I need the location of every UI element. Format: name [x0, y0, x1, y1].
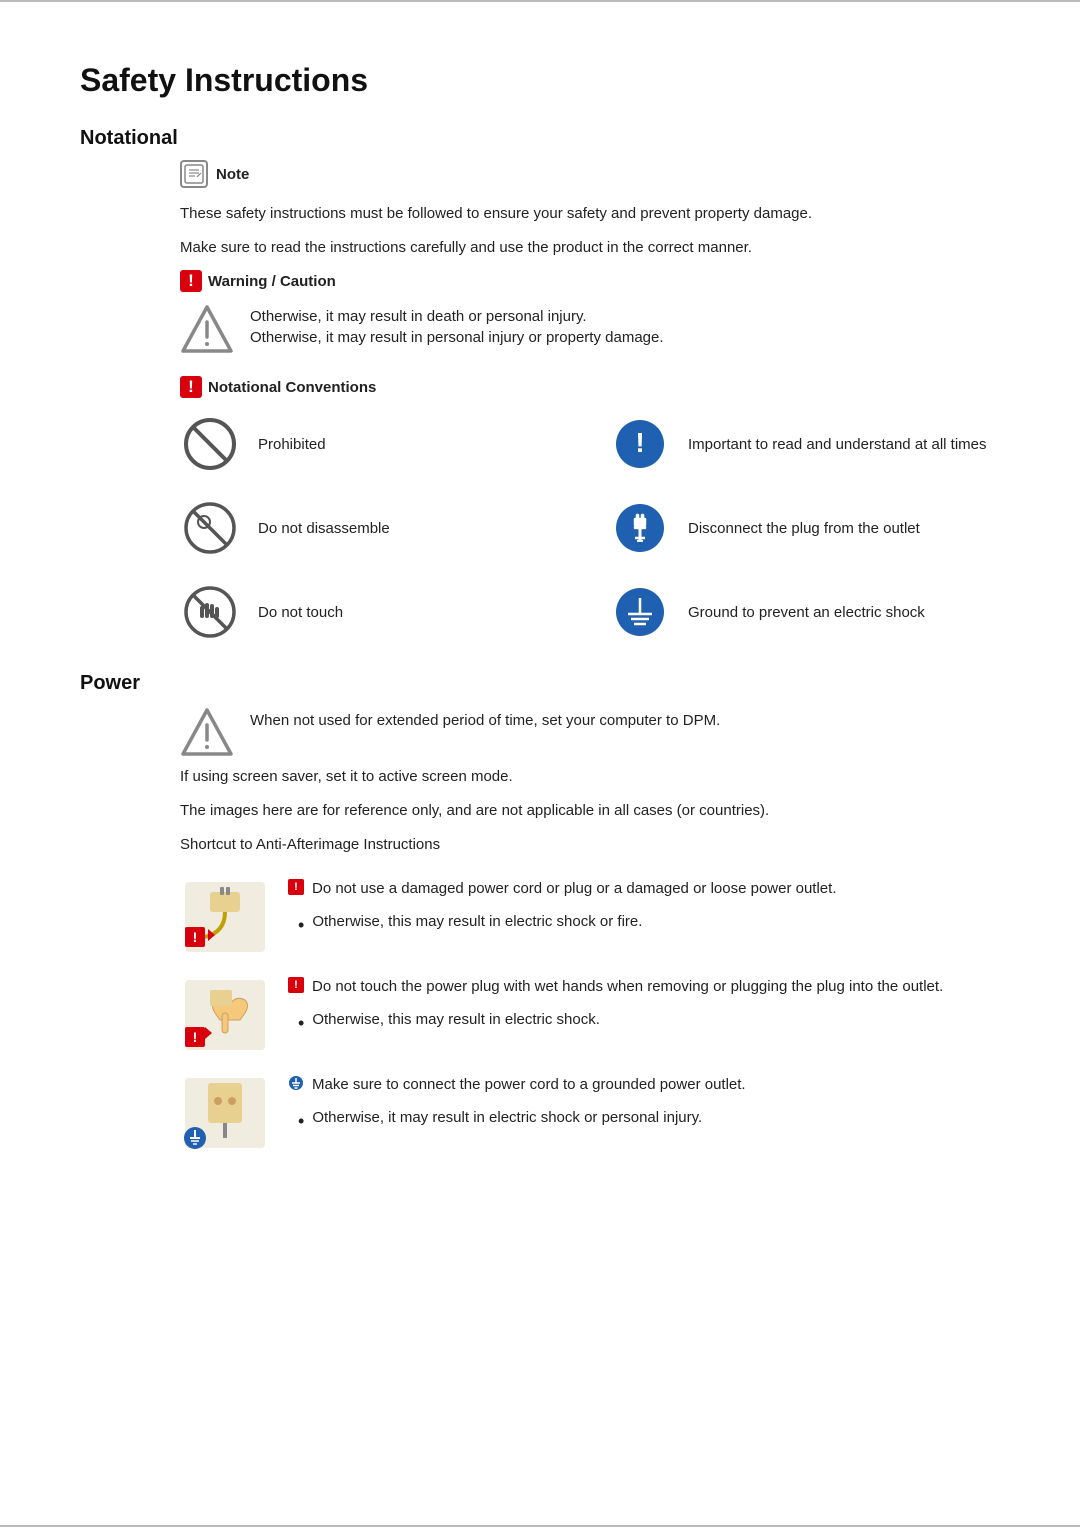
power-item-2-bullet-text: Otherwise, this may result in electric s…: [312, 1011, 600, 1036]
important-icon: !: [610, 414, 670, 474]
power-item-3-heading: Make sure to connect the power cord to a…: [312, 1073, 746, 1097]
warning-badge-icon: !: [180, 270, 202, 292]
conventions-badge-icon: !: [180, 376, 202, 398]
no-touch-icon: [180, 582, 240, 642]
convention-disconnect-label: Disconnect the plug from the outlet: [688, 518, 920, 539]
warning-caution-label: Warning / Caution: [208, 273, 336, 290]
conventions-grid: Prohibited ! Important to read and under…: [180, 414, 1000, 642]
power-item-3-bullet-text: Otherwise, it may result in electric sho…: [312, 1109, 702, 1134]
power-item-1-bullet-text: Otherwise, this may result in electric s…: [312, 913, 642, 938]
svg-text:!: !: [193, 1029, 198, 1045]
power-item-2-heading-line: ! Do not touch the power plug with wet h…: [288, 975, 1000, 1005]
convention-no-touch: Do not touch: [180, 582, 570, 642]
power-item-1-bullet: • Otherwise, this may result in electric…: [298, 913, 1000, 938]
convention-prohibited-label: Prohibited: [258, 434, 326, 455]
power-item-3: Make sure to connect the power cord to a…: [180, 1073, 1000, 1153]
conventions-section: ! Notational Conventions Prohibited: [180, 376, 1000, 642]
power-item-1: ! ! Do not use a damaged power cord or p…: [180, 877, 1000, 957]
power-item-3-bullet: • Otherwise, it may result in electric s…: [298, 1109, 1000, 1134]
page-title: Safety Instructions: [80, 62, 1000, 99]
bullet-dot-2: •: [298, 1011, 304, 1036]
power-warning-block: When not used for extended period of tim…: [180, 705, 1000, 759]
prohibited-icon: [180, 414, 240, 474]
warning-triangle-icon: [180, 302, 234, 356]
power-item-2-badge: !: [288, 977, 304, 993]
convention-important: ! Important to read and understand at al…: [610, 414, 1000, 474]
power-item-3-image: [180, 1073, 270, 1153]
warning-text2: Otherwise, it may result in personal inj…: [250, 329, 664, 346]
notational-body1: These safety instructions must be follow…: [180, 202, 1000, 226]
section-power: Power: [80, 672, 1000, 695]
convention-disconnect: Disconnect the plug from the outlet: [610, 498, 1000, 558]
power-warning-texts: When not used for extended period of tim…: [250, 705, 720, 741]
svg-text:!: !: [635, 427, 644, 458]
power-warning-text1: When not used for extended period of tim…: [250, 709, 720, 733]
power-item-3-heading-line: Make sure to connect the power cord to a…: [288, 1073, 1000, 1103]
power-warning-triangle-icon: [180, 705, 234, 759]
power-item-2: ! ! Do not touch the power plug with wet…: [180, 975, 1000, 1055]
notational-body2: Make sure to read the instructions caref…: [180, 236, 1000, 260]
conventions-heading-line: ! Notational Conventions: [180, 376, 1000, 398]
convention-no-touch-label: Do not touch: [258, 602, 343, 623]
power-item-3-text: Make sure to connect the power cord to a…: [288, 1073, 1000, 1138]
power-item-1-heading-line: ! Do not use a damaged power cord or plu…: [288, 877, 1000, 907]
section-notational: Notational: [80, 127, 1000, 150]
power-item-3-badge: [288, 1075, 304, 1091]
bullet-dot-3: •: [298, 1109, 304, 1134]
power-item-2-image: !: [180, 975, 270, 1055]
power-item-2-bullet: • Otherwise, this may result in electric…: [298, 1011, 1000, 1036]
convention-important-label: Important to read and understand at all …: [688, 434, 987, 455]
power-section: Power When not used for extended period …: [80, 672, 1000, 1153]
convention-disassemble-label: Do not disassemble: [258, 518, 390, 539]
power-item-2-heading: Do not touch the power plug with wet han…: [312, 975, 943, 999]
warning-texts: Otherwise, it may result in death or per…: [250, 302, 664, 346]
bullet-dot-1: •: [298, 913, 304, 938]
note-block: Note: [180, 160, 1000, 188]
warning-triangle-block: Otherwise, it may result in death or per…: [180, 302, 1000, 356]
power-warning-text2: If using screen saver, set it to active …: [180, 765, 1000, 789]
convention-ground: Ground to prevent an electric shock: [610, 582, 1000, 642]
disconnect-icon: [610, 498, 670, 558]
power-item-1-image: !: [180, 877, 270, 957]
convention-ground-label: Ground to prevent an electric shock: [688, 602, 925, 623]
ground-icon: [610, 582, 670, 642]
conventions-heading: Notational Conventions: [208, 379, 376, 396]
power-body2: Shortcut to Anti-Afterimage Instructions: [180, 833, 1000, 857]
power-item-1-heading: Do not use a damaged power cord or plug …: [312, 877, 837, 901]
warning-text1: Otherwise, it may result in death or per…: [250, 308, 664, 325]
svg-text:!: !: [193, 929, 198, 945]
power-body1: The images here are for reference only, …: [180, 799, 1000, 823]
note-label: Note: [216, 166, 249, 183]
power-item-1-badge: !: [288, 879, 304, 895]
note-icon: [180, 160, 208, 188]
convention-prohibited: Prohibited: [180, 414, 570, 474]
page-container: Safety Instructions Notational Note Thes…: [0, 0, 1080, 1527]
convention-disassemble: Do not disassemble: [180, 498, 570, 558]
disassemble-icon: [180, 498, 240, 558]
power-item-2-text: ! Do not touch the power plug with wet h…: [288, 975, 1000, 1040]
warning-caution-badge-line: ! Warning / Caution: [180, 270, 1000, 292]
power-item-1-text: ! Do not use a damaged power cord or plu…: [288, 877, 1000, 942]
